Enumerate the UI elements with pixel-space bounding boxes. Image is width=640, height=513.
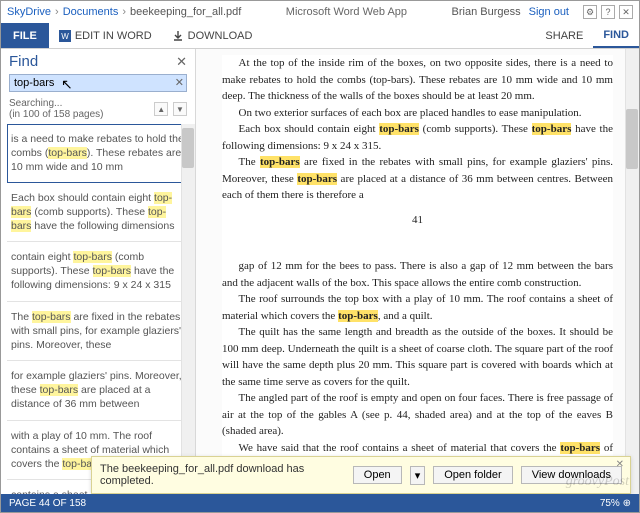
app-title: Microsoft Word Web App	[241, 6, 451, 18]
word-icon: W	[59, 30, 71, 42]
body-text: The top-bars are fixed in the rebates wi…	[222, 154, 613, 204]
page-number: 41	[222, 212, 613, 229]
search-result[interactable]: is a need to make rebates to hold the co…	[7, 124, 189, 183]
body-text: The quilt has the same length and breadt…	[222, 324, 613, 390]
prev-result-button[interactable]: ▲	[154, 102, 168, 116]
page-indicator: PAGE 44 OF 158	[9, 498, 86, 509]
find-title: Find	[9, 53, 38, 70]
download-label: DOWNLOAD	[188, 30, 253, 42]
search-result[interactable]: Each box should contain eight top-bars (…	[7, 183, 189, 243]
download-notification: ✕ The beekeeping_for_all.pdf download ha…	[91, 456, 631, 494]
search-input[interactable]	[9, 74, 187, 92]
scrollbar[interactable]	[181, 124, 195, 494]
chevron-right-icon: ›	[55, 6, 59, 18]
user-name: Brian Burgess	[452, 6, 521, 18]
close-icon[interactable]: ✕	[619, 5, 633, 19]
chevron-right-icon: ›	[122, 6, 126, 18]
scrollbar[interactable]	[625, 49, 639, 494]
next-result-button[interactable]: ▼	[173, 102, 187, 116]
search-count: (in 100 of 158 pages)	[9, 109, 104, 120]
body-text: The roof surrounds the top box with a pl…	[222, 291, 613, 324]
find-tab[interactable]: FIND	[593, 23, 639, 48]
open-file-button[interactable]: Open	[353, 466, 402, 484]
body-text: gap of 12 mm for the bees to pass. There…	[222, 258, 613, 291]
close-find-icon[interactable]: ✕	[176, 54, 187, 70]
watermark: groovyPost	[566, 474, 629, 490]
open-folder-button[interactable]: Open folder	[433, 466, 512, 484]
body-text: The angled part of the roof is empty and…	[222, 390, 613, 440]
search-result[interactable]: contain eight top-bars (comb supports). …	[7, 242, 189, 302]
download-button[interactable]: DOWNLOAD	[162, 23, 263, 48]
breadcrumb-root[interactable]: SkyDrive	[7, 6, 51, 18]
file-tab[interactable]: FILE	[1, 23, 49, 48]
edit-in-word-label: EDIT IN WORD	[75, 30, 152, 42]
breadcrumb-file: beekeeping_for_all.pdf	[130, 6, 241, 18]
document-viewport[interactable]: At the top of the inside rim of the boxe…	[196, 49, 639, 494]
zoom-level[interactable]: 75% ⊕	[600, 498, 631, 509]
edit-in-word-button[interactable]: W EDIT IN WORD	[49, 23, 162, 48]
clear-search-icon[interactable]: ✕	[175, 76, 184, 89]
svg-text:W: W	[61, 32, 69, 41]
body-text: On two exterior surfaces of each box are…	[222, 105, 613, 122]
find-panel: Find ✕ ✕ ↖ Searching... (in 100 of 158 p…	[1, 49, 196, 494]
download-icon	[172, 30, 184, 42]
search-result[interactable]: for example glaziers' pins. Moreover, th…	[7, 361, 189, 421]
results-list: is a need to make rebates to hold the co…	[1, 124, 195, 494]
body-text: Each box should contain eight top-bars (…	[222, 121, 613, 154]
help-icon[interactable]: ?	[601, 5, 615, 19]
share-tab[interactable]: SHARE	[535, 23, 593, 48]
breadcrumb-folder[interactable]: Documents	[63, 6, 119, 18]
download-message: The beekeeping_for_all.pdf download has …	[100, 463, 345, 487]
open-dropdown-button[interactable]: ▾	[410, 466, 426, 485]
settings-icon[interactable]: ⚙	[583, 5, 597, 19]
sign-out-link[interactable]: Sign out	[529, 6, 569, 18]
body-text: At the top of the inside rim of the boxe…	[222, 55, 613, 105]
close-notification-icon[interactable]: ✕	[616, 459, 624, 470]
search-status: Searching...	[9, 98, 62, 109]
search-result[interactable]: The top-bars are fixed in the rebates wi…	[7, 302, 189, 362]
